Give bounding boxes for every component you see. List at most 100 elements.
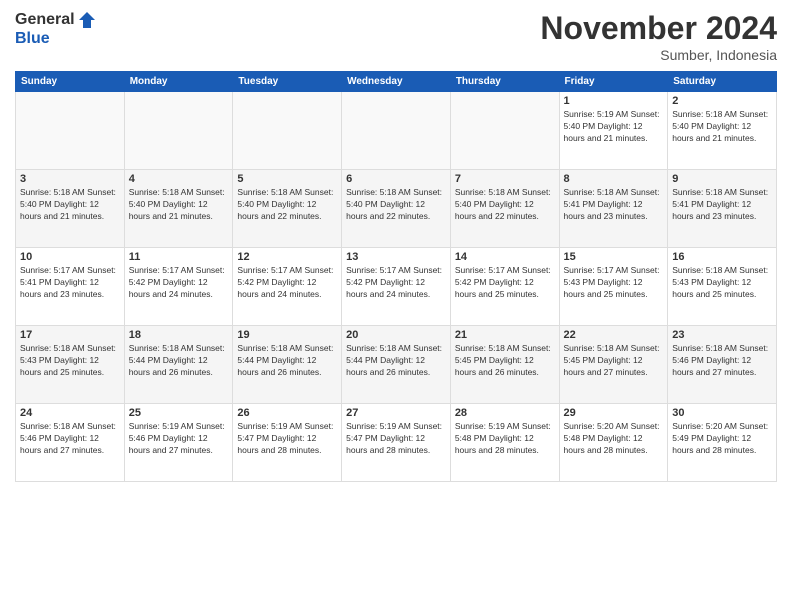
calendar-cell-2-1: 11 Sunrise: 5:17 AM Sunset: 5:42 PM Dayli… bbox=[124, 248, 233, 326]
day-number-22: 22 bbox=[564, 329, 664, 341]
day-number-16: 16 bbox=[672, 251, 772, 263]
day-number-28: 28 bbox=[455, 407, 555, 419]
calendar-cell-2-6: 16 Sunrise: 5:18 AM Sunset: 5:43 PM Dayli… bbox=[668, 248, 777, 326]
day-info-27: Sunrise: 5:19 AM Sunset: 5:47 PM Dayligh… bbox=[346, 421, 446, 457]
day-number-23: 23 bbox=[672, 329, 772, 341]
day-info-12: Sunrise: 5:17 AM Sunset: 5:42 PM Dayligh… bbox=[237, 265, 337, 301]
calendar-cell-1-2: 5Sunrise: 5:18 AM Sunset: 5:40 PM Daylig… bbox=[233, 170, 342, 248]
title-block: November 2024 Sumber, Indonesia bbox=[540, 10, 777, 63]
calendar-cell-1-3: 6Sunrise: 5:18 AM Sunset: 5:40 PM Daylig… bbox=[342, 170, 451, 248]
day-number-20: 20 bbox=[346, 329, 446, 341]
day-info-7: Sunrise: 5:18 AM Sunset: 5:40 PM Dayligh… bbox=[455, 187, 555, 223]
day-info-15: Sunrise: 5:17 AM Sunset: 5:43 PM Dayligh… bbox=[564, 265, 664, 301]
day-number-19: 19 bbox=[237, 329, 337, 341]
day-info-13: Sunrise: 5:17 AM Sunset: 5:42 PM Dayligh… bbox=[346, 265, 446, 301]
calendar-cell-0-0 bbox=[16, 92, 125, 170]
day-number-25: 25 bbox=[129, 407, 229, 419]
calendar-cell-3-0: 17Sunrise: 5:18 AM Sunset: 5:43 PM Dayli… bbox=[16, 326, 125, 404]
week-row-2: 10 Sunrise: 5:17 AM Sunset: 5:41 PM Dayli… bbox=[16, 248, 777, 326]
day-info-1: Sunrise: 5:19 AM Sunset: 5:40 PM Dayligh… bbox=[564, 109, 664, 145]
day-info-2: Sunrise: 5:18 AM Sunset: 5:40 PM Dayligh… bbox=[672, 109, 772, 145]
header-tuesday: Tuesday bbox=[233, 72, 342, 92]
header-monday: Monday bbox=[124, 72, 233, 92]
day-info-8: Sunrise: 5:18 AM Sunset: 5:41 PM Dayligh… bbox=[564, 187, 664, 223]
day-info-29: Sunrise: 5:20 AM Sunset: 5:48 PM Dayligh… bbox=[564, 421, 664, 457]
calendar-cell-4-4: 28Sunrise: 5:19 AM Sunset: 5:48 PM Dayli… bbox=[450, 404, 559, 482]
calendar-cell-3-3: 20Sunrise: 5:18 AM Sunset: 5:44 PM Dayli… bbox=[342, 326, 451, 404]
day-info-9: Sunrise: 5:18 AM Sunset: 5:41 PM Dayligh… bbox=[672, 187, 772, 223]
day-info-23: Sunrise: 5:18 AM Sunset: 5:46 PM Dayligh… bbox=[672, 343, 772, 379]
week-row-1: 3 Sunrise: 5:18 AM Sunset: 5:40 PM Daylig… bbox=[16, 170, 777, 248]
logo-icon bbox=[77, 10, 97, 30]
day-number-10: 10 bbox=[20, 251, 120, 263]
day-number-24: 24 bbox=[20, 407, 120, 419]
day-number-29: 29 bbox=[564, 407, 664, 419]
month-title: November 2024 bbox=[540, 10, 777, 47]
day-number-3: 3 bbox=[20, 173, 120, 185]
calendar-cell-3-4: 21 Sunrise: 5:18 AM Sunset: 5:45 PM Dayli… bbox=[450, 326, 559, 404]
day-number-14: 14 bbox=[455, 251, 555, 263]
week-row-0: 1Sunrise: 5:19 AM Sunset: 5:40 PM Daylig… bbox=[16, 92, 777, 170]
header-friday: Friday bbox=[559, 72, 668, 92]
day-number-30: 30 bbox=[672, 407, 772, 419]
calendar-cell-4-1: 25 Sunrise: 5:19 AM Sunset: 5:46 PM Dayli… bbox=[124, 404, 233, 482]
calendar-cell-3-2: 19 Sunrise: 5:18 AM Sunset: 5:44 PM Dayli… bbox=[233, 326, 342, 404]
day-info-18: Sunrise: 5:18 AM Sunset: 5:44 PM Dayligh… bbox=[129, 343, 229, 379]
calendar-cell-3-6: 23 Sunrise: 5:18 AM Sunset: 5:46 PM Dayli… bbox=[668, 326, 777, 404]
day-info-22: Sunrise: 5:18 AM Sunset: 5:45 PM Dayligh… bbox=[564, 343, 664, 379]
day-info-19: Sunrise: 5:18 AM Sunset: 5:44 PM Dayligh… bbox=[237, 343, 337, 379]
header-saturday: Saturday bbox=[668, 72, 777, 92]
day-number-17: 17 bbox=[20, 329, 120, 341]
day-info-21: Sunrise: 5:18 AM Sunset: 5:45 PM Dayligh… bbox=[455, 343, 555, 379]
week-row-3: 17Sunrise: 5:18 AM Sunset: 5:43 PM Dayli… bbox=[16, 326, 777, 404]
calendar-cell-0-5: 1Sunrise: 5:19 AM Sunset: 5:40 PM Daylig… bbox=[559, 92, 668, 170]
header: General Blue November 2024 Sumber, Indon… bbox=[15, 10, 777, 63]
day-number-21: 21 bbox=[455, 329, 555, 341]
calendar-cell-0-3 bbox=[342, 92, 451, 170]
calendar-cell-1-0: 3 Sunrise: 5:18 AM Sunset: 5:40 PM Daylig… bbox=[16, 170, 125, 248]
calendar-cell-2-0: 10 Sunrise: 5:17 AM Sunset: 5:41 PM Dayli… bbox=[16, 248, 125, 326]
calendar-cell-0-4 bbox=[450, 92, 559, 170]
day-number-7: 7 bbox=[455, 173, 555, 185]
day-info-30: Sunrise: 5:20 AM Sunset: 5:49 PM Dayligh… bbox=[672, 421, 772, 457]
day-info-4: Sunrise: 5:18 AM Sunset: 5:40 PM Dayligh… bbox=[129, 187, 229, 223]
logo: General Blue bbox=[15, 10, 97, 48]
calendar-cell-2-3: 13 Sunrise: 5:17 AM Sunset: 5:42 PM Dayli… bbox=[342, 248, 451, 326]
day-info-16: Sunrise: 5:18 AM Sunset: 5:43 PM Dayligh… bbox=[672, 265, 772, 301]
calendar-cell-2-5: 15 Sunrise: 5:17 AM Sunset: 5:43 PM Dayli… bbox=[559, 248, 668, 326]
calendar-cell-3-1: 18 Sunrise: 5:18 AM Sunset: 5:44 PM Dayli… bbox=[124, 326, 233, 404]
calendar-cell-1-4: 7 Sunrise: 5:18 AM Sunset: 5:40 PM Daylig… bbox=[450, 170, 559, 248]
calendar-cell-0-1 bbox=[124, 92, 233, 170]
day-number-27: 27 bbox=[346, 407, 446, 419]
weekday-header-row: Sunday Monday Tuesday Wednesday Thursday… bbox=[16, 72, 777, 92]
day-info-10: Sunrise: 5:17 AM Sunset: 5:41 PM Dayligh… bbox=[20, 265, 120, 301]
page: General Blue November 2024 Sumber, Indon… bbox=[0, 0, 792, 612]
day-info-24: Sunrise: 5:18 AM Sunset: 5:46 PM Dayligh… bbox=[20, 421, 120, 457]
calendar-cell-2-2: 12 Sunrise: 5:17 AM Sunset: 5:42 PM Dayli… bbox=[233, 248, 342, 326]
logo-general-text: General bbox=[15, 11, 75, 29]
calendar-cell-4-5: 29 Sunrise: 5:20 AM Sunset: 5:48 PM Dayli… bbox=[559, 404, 668, 482]
day-number-8: 8 bbox=[564, 173, 664, 185]
day-number-18: 18 bbox=[129, 329, 229, 341]
day-number-2: 2 bbox=[672, 95, 772, 107]
header-sunday: Sunday bbox=[16, 72, 125, 92]
week-row-4: 24 Sunrise: 5:18 AM Sunset: 5:46 PM Dayli… bbox=[16, 404, 777, 482]
day-number-4: 4 bbox=[129, 173, 229, 185]
calendar-cell-2-4: 14Sunrise: 5:17 AM Sunset: 5:42 PM Dayli… bbox=[450, 248, 559, 326]
calendar-cell-4-0: 24 Sunrise: 5:18 AM Sunset: 5:46 PM Dayli… bbox=[16, 404, 125, 482]
calendar-cell-1-5: 8 Sunrise: 5:18 AM Sunset: 5:41 PM Daylig… bbox=[559, 170, 668, 248]
day-number-26: 26 bbox=[237, 407, 337, 419]
day-number-11: 11 bbox=[129, 251, 229, 263]
day-info-26: Sunrise: 5:19 AM Sunset: 5:47 PM Dayligh… bbox=[237, 421, 337, 457]
day-number-15: 15 bbox=[564, 251, 664, 263]
day-number-9: 9 bbox=[672, 173, 772, 185]
calendar-cell-4-2: 26 Sunrise: 5:19 AM Sunset: 5:47 PM Dayli… bbox=[233, 404, 342, 482]
calendar-cell-3-5: 22 Sunrise: 5:18 AM Sunset: 5:45 PM Dayli… bbox=[559, 326, 668, 404]
day-info-3: Sunrise: 5:18 AM Sunset: 5:40 PM Dayligh… bbox=[20, 187, 120, 223]
day-info-11: Sunrise: 5:17 AM Sunset: 5:42 PM Dayligh… bbox=[129, 265, 229, 301]
calendar-cell-4-6: 30 Sunrise: 5:20 AM Sunset: 5:49 PM Dayli… bbox=[668, 404, 777, 482]
day-number-12: 12 bbox=[237, 251, 337, 263]
location: Sumber, Indonesia bbox=[540, 47, 777, 63]
day-number-13: 13 bbox=[346, 251, 446, 263]
day-info-25: Sunrise: 5:19 AM Sunset: 5:46 PM Dayligh… bbox=[129, 421, 229, 457]
